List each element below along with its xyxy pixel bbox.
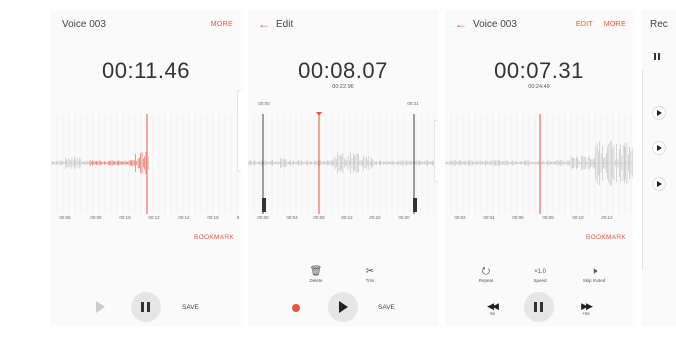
waveform[interactable] [248,106,438,216]
list-item-play-button[interactable] [652,177,666,191]
delete-tool[interactable]: 🗑 Delete [301,266,331,283]
trim-label: Trim [365,278,375,283]
waveform[interactable] [445,106,633,216]
repeat-label: Repeat [478,278,494,283]
list-item-play-button[interactable] [652,141,666,155]
skip-muted-tool[interactable]: 🕨 Skip muted [579,266,609,283]
recording-title: Voice 003 [62,19,106,30]
repeat-icon: ⭮ [481,266,491,277]
speed-tool[interactable]: ×1.0 Speed [525,266,555,283]
more-button[interactable]: MORE [211,21,233,28]
forward-icon: ▶▶ [581,301,593,311]
play-icon [657,145,662,151]
back-arrow-icon[interactable]: ← [258,17,270,31]
play-icon [96,301,105,313]
edit-screen: ← Edit 00:08.07 00:22.96 00:00 00:21 00:… [248,10,438,326]
trim-end-handle[interactable] [413,198,417,212]
bookmark-button[interactable]: BOOKMARK [194,234,234,241]
more-button[interactable]: MORE [604,21,626,28]
edit-title: Edit [276,19,294,30]
total-duration: 00:24.49 [528,84,550,90]
record-button[interactable] [292,304,300,312]
tick-label: 00:08 [542,215,554,220]
forward-button[interactable]: ▶▶ +5s [574,301,598,316]
timeline-ticks: 00:02 00:04 00:06 00:08 00:10 00:12 [445,215,633,223]
play-button[interactable] [328,292,358,322]
tick-label: 00:02 [454,215,466,220]
pause-icon [141,302,144,312]
delete-label: Delete [309,278,323,283]
list-title: Rec [650,19,668,30]
forward-label: +5s [582,311,590,316]
tick-label: 00:16 [369,215,381,220]
tick-label: 00:06 [59,215,71,220]
tick-label: 00:12 [148,215,160,220]
tick-label: 0 [236,215,240,220]
tick-label: 00:12 [341,215,353,220]
skip-muted-label: Skip muted [582,278,606,283]
timeline-ticks: 00:00 00:04 00:08 00:12 00:16 00:20 [248,215,438,223]
tick-label: 00:20 [398,215,410,220]
pause-icon[interactable] [654,53,656,60]
tick-label: 00:04 [483,215,495,220]
tick-label: 00:06 [512,215,524,220]
playback-timer: 00:07.31 [494,58,584,83]
pause-icon [540,302,543,312]
tick-label: 00:16 [207,215,219,220]
pause-icon [147,302,150,312]
speed-value: ×1.0 [534,269,546,275]
side-scrollbar [434,120,438,182]
skip-muted-icon: 🕨 [590,266,598,277]
trash-icon: 🗑 [309,266,323,277]
tick-label: 00:14 [178,215,190,220]
side-scrollbar [237,90,241,172]
waveform[interactable] [51,106,241,216]
tick-label: 00:00 [257,215,269,220]
playback-screen: ← Voice 003 EDIT MORE 00:07.31 00:24.49 … [445,10,633,326]
speed-label: Speed [533,278,547,283]
play-icon [657,110,662,116]
timeline-ticks: 00:06 00:08 00:10 00:12 00:14 00:16 0 [51,215,241,223]
playback-title: Voice 003 [473,19,517,30]
tick-label: 00:10 [119,215,131,220]
tick-label: 00:08 [90,215,102,220]
tick-label: 00:08 [313,215,325,220]
trim-start-handle[interactable] [262,198,266,212]
total-duration: 00:22.96 [332,84,354,90]
scissors-icon: ✂ [365,266,375,277]
pause-button[interactable] [131,292,161,322]
tick-label: 00:12 [601,215,613,220]
rewind-button[interactable]: ◀◀ -5s [480,301,504,316]
recording-screen: Voice 003 MORE 00:11.46 00:06 00:08 00:1… [51,10,241,326]
play-icon [657,181,662,187]
tick-label: 00:10 [572,215,584,220]
play-icon [339,301,348,313]
divider [642,70,643,270]
trim-tool[interactable]: ✂ Trim [355,266,385,283]
edit-button[interactable]: EDIT [576,21,593,28]
pause-icon [534,302,537,312]
recordings-list-screen: Rec [642,10,676,326]
rewind-label: -5s [488,311,496,316]
save-button[interactable]: SAVE [182,304,199,311]
repeat-tool[interactable]: ⭮ Repeat [471,266,501,283]
pause-button[interactable] [524,292,554,322]
recording-timer: 00:11.46 [101,58,190,83]
list-item-play-button[interactable] [652,106,666,120]
save-button[interactable]: SAVE [378,304,395,311]
bookmark-button[interactable]: BOOKMARK [586,234,626,241]
tick-label: 00:04 [286,215,298,220]
edit-timer: 00:08.07 [298,58,388,83]
back-arrow-icon[interactable]: ← [455,17,467,31]
rewind-icon: ◀◀ [487,301,499,311]
